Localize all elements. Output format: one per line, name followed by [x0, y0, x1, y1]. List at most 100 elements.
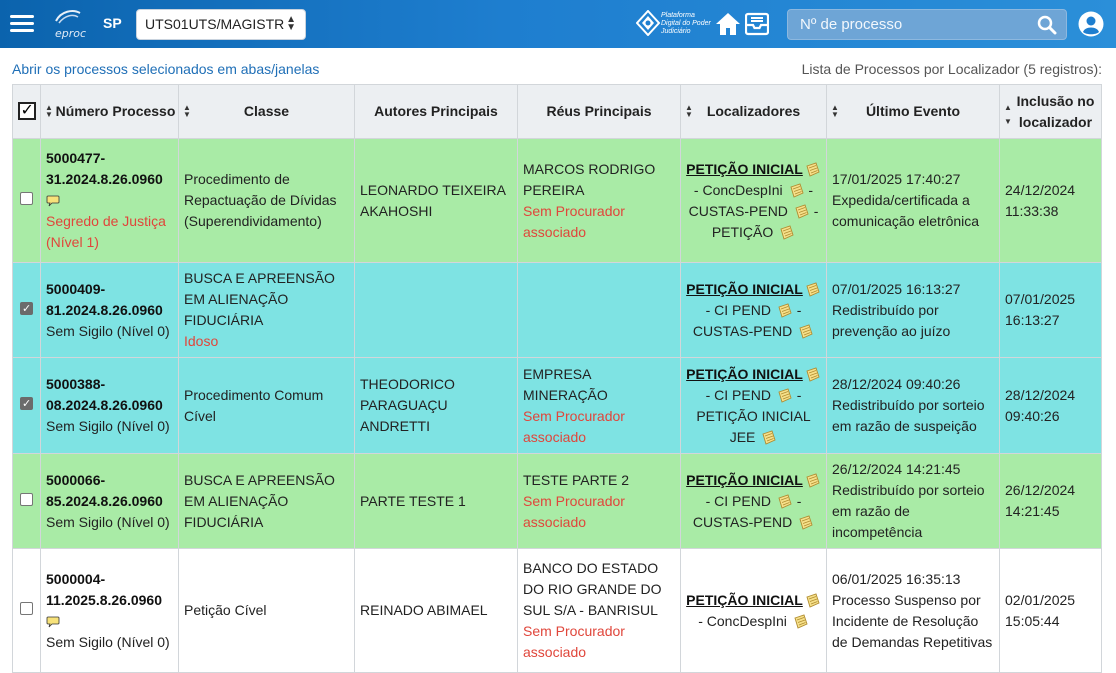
localizador-item[interactable]: - ConcDespIni	[698, 613, 791, 629]
row-checkbox[interactable]	[20, 492, 33, 506]
sort-icon[interactable]: ▲ ▼	[1004, 104, 1012, 126]
notepad-icon[interactable]	[777, 494, 793, 510]
row-checkbox[interactable]	[20, 192, 33, 205]
notepad-icon[interactable]	[805, 473, 821, 489]
process-number-link[interactable]: 5000388- 08.2024.8.26.0960	[46, 374, 173, 416]
col-inclusao[interactable]: ▲ ▼ Inclusão no localizador	[999, 84, 1102, 139]
notepad-icon[interactable]	[777, 388, 793, 404]
col-ultimo-evento-label: Último Evento	[865, 103, 961, 119]
localizador-main-link[interactable]: PETIÇÃO INICIAL	[686, 161, 803, 177]
ultimo-evento-cell: 28/12/2024 09:40:26 Redistribuído por so…	[826, 357, 1000, 454]
speech-bubble-icon[interactable]	[46, 195, 60, 207]
reu-cell: TESTE PARTE 2 Sem Procurador associado	[517, 453, 681, 549]
reu-cell: BANCO DO ESTADO DO RIO GRANDE DO SUL S/A…	[517, 548, 681, 673]
notepad-icon[interactable]	[794, 204, 810, 220]
notepad-icon[interactable]	[798, 324, 814, 340]
classe-text: BUSCA E APREENSÃO EM ALIENAÇÃO FIDUCIÁRI…	[184, 270, 335, 328]
localizador-main-link[interactable]: PETIÇÃO INICIAL	[686, 472, 803, 488]
hamburger-menu-icon[interactable]	[10, 15, 34, 33]
notepad-icon[interactable]	[761, 430, 777, 446]
evento-desc: Redistribuído por sorteio em razão de in…	[832, 482, 985, 540]
numero-cell: 5000004- 11.2025.8.26.0960 Sem Sigilo (Ní…	[40, 548, 179, 673]
sort-icon[interactable]: ▲ ▼	[831, 104, 839, 119]
classe-cell: BUSCA E APREENSÃO EM ALIENAÇÃO FIDUCIÁRI…	[178, 453, 355, 549]
process-number-link[interactable]: 5000477- 31.2024.8.26.0960	[46, 148, 173, 190]
reu-text: MARCOS RODRIGO PEREIRA	[523, 160, 656, 198]
search-icon[interactable]	[1037, 15, 1057, 35]
notepad-icon[interactable]	[777, 303, 793, 319]
process-table: ▲▼ Número Processo ▲▼ Classe Autores Pri…	[12, 84, 1102, 673]
process-number-link[interactable]: 5000004- 11.2025.8.26.0960	[46, 569, 173, 611]
pdpj-logo[interactable]: Plataforma Digital do Poder Judiciário	[635, 9, 712, 40]
localizador-main-link[interactable]: PETIÇÃO INICIAL	[686, 366, 803, 382]
select-caret-icon: ▲ ▼	[286, 14, 296, 33]
select-all-checkbox[interactable]	[17, 100, 36, 121]
col-ultimo-evento[interactable]: ▲ ▼ Último Evento	[826, 84, 1000, 139]
notepad-icon[interactable]	[805, 367, 821, 383]
notepad-icon[interactable]	[805, 162, 821, 178]
autor-cell: PARTE TESTE 1	[354, 453, 518, 549]
reu-cell: EMPRESA MINERAÇÃO Sem Procurador associa…	[517, 357, 681, 454]
process-number-link[interactable]: 5000066- 85.2024.8.26.0960	[46, 470, 173, 512]
user-icon[interactable]	[1078, 11, 1104, 37]
row-checkbox[interactable]	[20, 602, 33, 615]
open-selected-processes-link[interactable]: Abrir os processos selecionados em abas/…	[12, 61, 319, 77]
row-checkbox[interactable]	[20, 299, 33, 320]
notepad-icon[interactable]	[798, 515, 814, 531]
localizador-item[interactable]: - ConcDespIni	[694, 182, 787, 198]
inclusao-cell: 28/12/2024 09:40:26	[999, 357, 1102, 454]
notepad-icon[interactable]	[805, 593, 821, 609]
inclusao-cell: 24/12/2024 11:33:38	[999, 138, 1102, 263]
classe-text: Procedimento Comum Cível	[184, 386, 324, 424]
classe-extra-text: Idoso	[184, 333, 219, 349]
numero-cell: 5000409- 81.2024.8.26.0960 Sem Sigilo (Ní…	[40, 262, 179, 358]
ultimo-evento-cell: 07/01/2025 16:13:27 Redistribuído por pr…	[826, 262, 1000, 358]
sort-icon[interactable]: ▲ ▼	[685, 104, 693, 119]
table-row: 5000066- 85.2024.8.26.0960 Sem Sigilo (Ní…	[12, 453, 1102, 549]
col-autores-label: Autores Principais	[374, 103, 498, 119]
localizador-item[interactable]: - CI PEND	[706, 302, 775, 318]
eproc-swoosh-icon	[55, 10, 81, 24]
inclusao-cell: 07/01/2025 16:13:27	[999, 262, 1102, 358]
home-icon[interactable]	[715, 12, 741, 36]
eproc-logo-text: eproc	[55, 27, 87, 40]
sort-icon[interactable]: ▲ ▼	[45, 104, 53, 119]
inbox-icon[interactable]	[744, 12, 770, 36]
col-classe[interactable]: ▲ ▼ Classe	[178, 84, 355, 139]
unit-select-value: UTS01UTS/MAGISTR	[145, 16, 285, 32]
notepad-icon[interactable]	[779, 225, 795, 241]
classe-cell: Procedimento de Repactuação de Dívidas (…	[178, 138, 355, 263]
col-inclusao-label-2: localizador	[1018, 113, 1093, 130]
speech-bubble-icon[interactable]	[46, 616, 60, 628]
localizador-main-link[interactable]: PETIÇÃO INICIAL	[686, 281, 803, 297]
localizador-item[interactable]: - CI PEND	[706, 387, 775, 403]
localizadores-cell: PETIÇÃO INICIAL - ConcDespIni - CUSTAS-P…	[680, 138, 827, 263]
process-number-input[interactable]	[788, 10, 1028, 39]
numero-cell: 5000066- 85.2024.8.26.0960 Sem Sigilo (Ní…	[40, 453, 179, 549]
col-classe-label: Classe	[243, 103, 290, 119]
notepad-icon[interactable]	[789, 183, 805, 199]
classe-text: BUSCA E APREENSÃO EM ALIENAÇÃO FIDUCIÁRI…	[184, 471, 335, 530]
notepad-icon[interactable]	[805, 282, 821, 298]
classe-cell: Procedimento Comum Cível	[178, 357, 355, 454]
process-number-link[interactable]: 5000409- 81.2024.8.26.0960	[46, 279, 173, 321]
col-numero[interactable]: ▲ ▼ Número Processo	[40, 84, 179, 139]
notepad-icon[interactable]	[793, 614, 809, 630]
evento-desc: Redistribuído por sorteio em razão de su…	[832, 397, 985, 434]
ultimo-evento-cell: 26/12/2024 14:21:45 Redistribuído por so…	[826, 453, 1000, 549]
col-localizadores-label: Localizadores	[706, 103, 801, 119]
inclusao-time: 09:40:26	[1005, 407, 1060, 424]
sigilo-text: Sem Sigilo (Nível 0)	[46, 418, 170, 434]
localizador-item[interactable]: - CI PEND	[706, 493, 775, 509]
autor-cell: THEODORICO PARAGUAÇU ANDRETTI	[354, 357, 518, 454]
classe-text: Procedimento de Repactuação de Dívidas (…	[184, 171, 337, 229]
sort-icon[interactable]: ▲ ▼	[183, 104, 191, 119]
unit-select[interactable]: UTS01UTS/MAGISTR ▲ ▼	[136, 9, 306, 40]
autor-cell: LEONARDO TEIXEIRA AKAHOSHI	[354, 138, 518, 263]
eproc-logo[interactable]: eproc	[53, 9, 87, 40]
col-localizadores[interactable]: ▲ ▼ Localizadores	[680, 84, 827, 139]
reu-text: TESTE PARTE 2	[523, 471, 630, 488]
localizador-main-link[interactable]: PETIÇÃO INICIAL	[686, 592, 803, 608]
row-checkbox[interactable]	[20, 394, 33, 415]
row-select-cell	[12, 357, 41, 454]
